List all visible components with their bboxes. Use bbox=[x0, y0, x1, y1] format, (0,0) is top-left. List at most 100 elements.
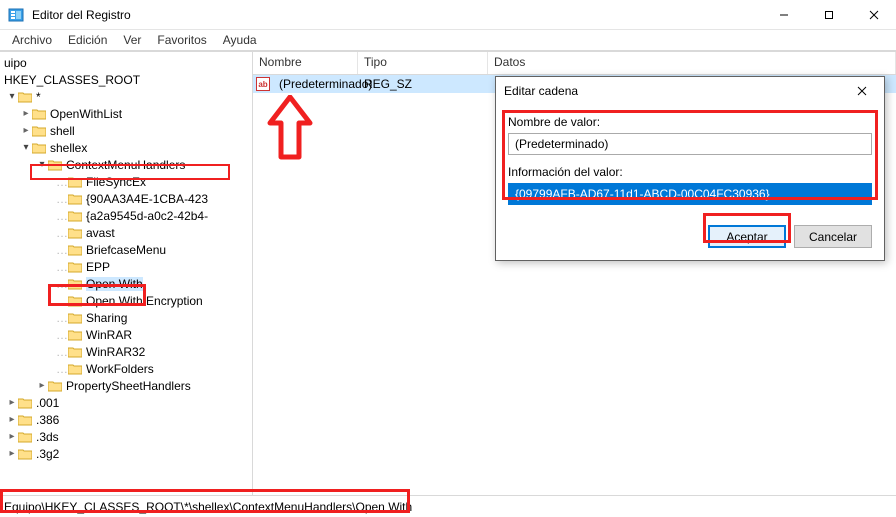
tree-item-label: .386 bbox=[36, 413, 59, 427]
tree-item-label: WinRAR32 bbox=[86, 345, 145, 359]
tree-star[interactable]: * bbox=[36, 90, 41, 104]
tree-hkcr[interactable]: HKEY_CLASSES_ROOT bbox=[4, 73, 140, 87]
menu-file[interactable]: Archivo bbox=[4, 31, 60, 49]
titlebar: Editor del Registro bbox=[0, 0, 896, 30]
folder-icon bbox=[68, 176, 82, 188]
tree-item[interactable]: ▸ .3g2 bbox=[2, 445, 252, 462]
folder-icon bbox=[68, 312, 82, 324]
tree-item[interactable]: … Sharing bbox=[2, 309, 252, 326]
tree-line: … bbox=[56, 226, 68, 240]
tree-item[interactable]: … Open With Encryption bbox=[2, 292, 252, 309]
tree-item-label: {90AA3A4E-1CBA-423 bbox=[86, 192, 208, 206]
folder-icon bbox=[18, 91, 32, 103]
ok-button[interactable]: Aceptar bbox=[708, 225, 786, 248]
tree-contextmenuhandlers[interactable]: ContextMenuHandlers bbox=[66, 158, 185, 172]
maximize-button[interactable] bbox=[806, 0, 851, 30]
col-name[interactable]: Nombre bbox=[253, 52, 358, 74]
menu-favorites[interactable]: Favoritos bbox=[149, 31, 214, 49]
folder-icon bbox=[68, 244, 82, 256]
tree-item[interactable]: ▸ .3ds bbox=[2, 428, 252, 445]
dialog-titlebar[interactable]: Editar cadena bbox=[496, 77, 884, 105]
tree-cutoff: uipo bbox=[4, 56, 27, 70]
tree-item[interactable]: … EPP bbox=[2, 258, 252, 275]
window-title: Editor del Registro bbox=[32, 8, 761, 22]
caret-icon[interactable]: ▸ bbox=[20, 108, 32, 119]
tree-line: … bbox=[56, 362, 68, 376]
caret-icon[interactable]: ▸ bbox=[6, 397, 18, 408]
tree-item[interactable]: …WinRAR32 bbox=[2, 343, 252, 360]
folder-icon bbox=[32, 108, 46, 120]
dialog-close-button[interactable] bbox=[848, 79, 876, 103]
caret-icon[interactable]: ▸ bbox=[6, 431, 18, 442]
tree-item[interactable]: …FileSyncEx bbox=[2, 173, 252, 190]
cancel-button[interactable]: Cancelar bbox=[794, 225, 872, 248]
tree-item[interactable]: …WinRAR bbox=[2, 326, 252, 343]
tree-pane[interactable]: uipo HKEY_CLASSES_ROOT ▾ * ▸ OpenWithLis… bbox=[0, 52, 253, 495]
tree-item[interactable]: … BriefcaseMenu bbox=[2, 241, 252, 258]
minimize-button[interactable] bbox=[761, 0, 806, 30]
tree-psh[interactable]: PropertySheetHandlers bbox=[66, 379, 191, 393]
tree-line: … bbox=[56, 243, 68, 257]
value-data-field[interactable] bbox=[508, 183, 872, 205]
status-path: Equipo\HKEY_CLASSES_ROOT\*\shellex\Conte… bbox=[4, 500, 412, 514]
tree-shell[interactable]: shell bbox=[50, 124, 75, 138]
tree-item-label: .3ds bbox=[36, 430, 59, 444]
edit-string-dialog: Editar cadena Nombre de valor: Informaci… bbox=[495, 76, 885, 261]
row-name: (Predeterminado) bbox=[273, 77, 358, 91]
close-button[interactable] bbox=[851, 0, 896, 30]
tree-item[interactable]: … {a2a9545d-a0c2-42b4- bbox=[2, 207, 252, 224]
tree-line: … bbox=[56, 311, 68, 325]
tree-line: … bbox=[56, 175, 68, 189]
tree-item[interactable]: ▸ .001 bbox=[2, 394, 252, 411]
tree-line: … bbox=[56, 209, 68, 223]
value-name-label: Nombre de valor: bbox=[508, 115, 872, 129]
tree-openwithlist[interactable]: OpenWithList bbox=[50, 107, 122, 121]
tree-item-label: BriefcaseMenu bbox=[86, 243, 166, 257]
tree-line: … bbox=[56, 277, 68, 291]
tree-item-label: .3g2 bbox=[36, 447, 59, 461]
tree-item-label: Open With Encryption bbox=[86, 294, 203, 308]
folder-icon bbox=[68, 210, 82, 222]
folder-icon bbox=[68, 346, 82, 358]
row-type: REG_SZ bbox=[358, 77, 486, 91]
tree-item[interactable]: …WorkFolders bbox=[2, 360, 252, 377]
dialog-title: Editar cadena bbox=[504, 84, 848, 98]
tree-item-label: Sharing bbox=[86, 311, 127, 325]
tree-item-label: .001 bbox=[36, 396, 59, 410]
caret-icon[interactable]: ▸ bbox=[36, 380, 48, 391]
menu-edit[interactable]: Edición bbox=[60, 31, 115, 49]
folder-icon bbox=[68, 193, 82, 205]
tree-item-label: {a2a9545d-a0c2-42b4- bbox=[86, 209, 208, 223]
folder-icon bbox=[68, 278, 82, 290]
tree-line: … bbox=[56, 260, 68, 274]
caret-icon[interactable]: ▾ bbox=[36, 159, 48, 170]
value-name-field bbox=[508, 133, 872, 155]
col-data[interactable]: Datos bbox=[488, 52, 896, 74]
folder-icon bbox=[68, 227, 82, 239]
folder-icon bbox=[32, 142, 46, 154]
tree-item[interactable]: … {90AA3A4E-1CBA-423 bbox=[2, 190, 252, 207]
folder-icon bbox=[18, 414, 32, 426]
menu-help[interactable]: Ayuda bbox=[215, 31, 265, 49]
tree-item-label: avast bbox=[86, 226, 115, 240]
tree-item[interactable]: …Open With bbox=[2, 275, 252, 292]
caret-icon[interactable]: ▾ bbox=[20, 142, 32, 153]
col-type[interactable]: Tipo bbox=[358, 52, 488, 74]
tree-item-label: EPP bbox=[86, 260, 110, 274]
caret-icon[interactable]: ▾ bbox=[6, 91, 18, 102]
tree-line: … bbox=[56, 192, 68, 206]
caret-icon[interactable]: ▸ bbox=[6, 448, 18, 459]
folder-icon bbox=[18, 431, 32, 443]
menu-view[interactable]: Ver bbox=[115, 31, 149, 49]
folder-icon bbox=[18, 448, 32, 460]
tree-item[interactable]: … avast bbox=[2, 224, 252, 241]
value-data-label: Información del valor: bbox=[508, 165, 872, 179]
tree-line: … bbox=[56, 294, 68, 308]
folder-icon bbox=[18, 397, 32, 409]
caret-icon[interactable]: ▸ bbox=[20, 125, 32, 136]
string-value-icon: ab bbox=[256, 77, 270, 91]
caret-icon[interactable]: ▸ bbox=[6, 414, 18, 425]
tree-shellex[interactable]: shellex bbox=[50, 141, 87, 155]
tree-item[interactable]: ▸ .386 bbox=[2, 411, 252, 428]
folder-icon bbox=[68, 261, 82, 273]
